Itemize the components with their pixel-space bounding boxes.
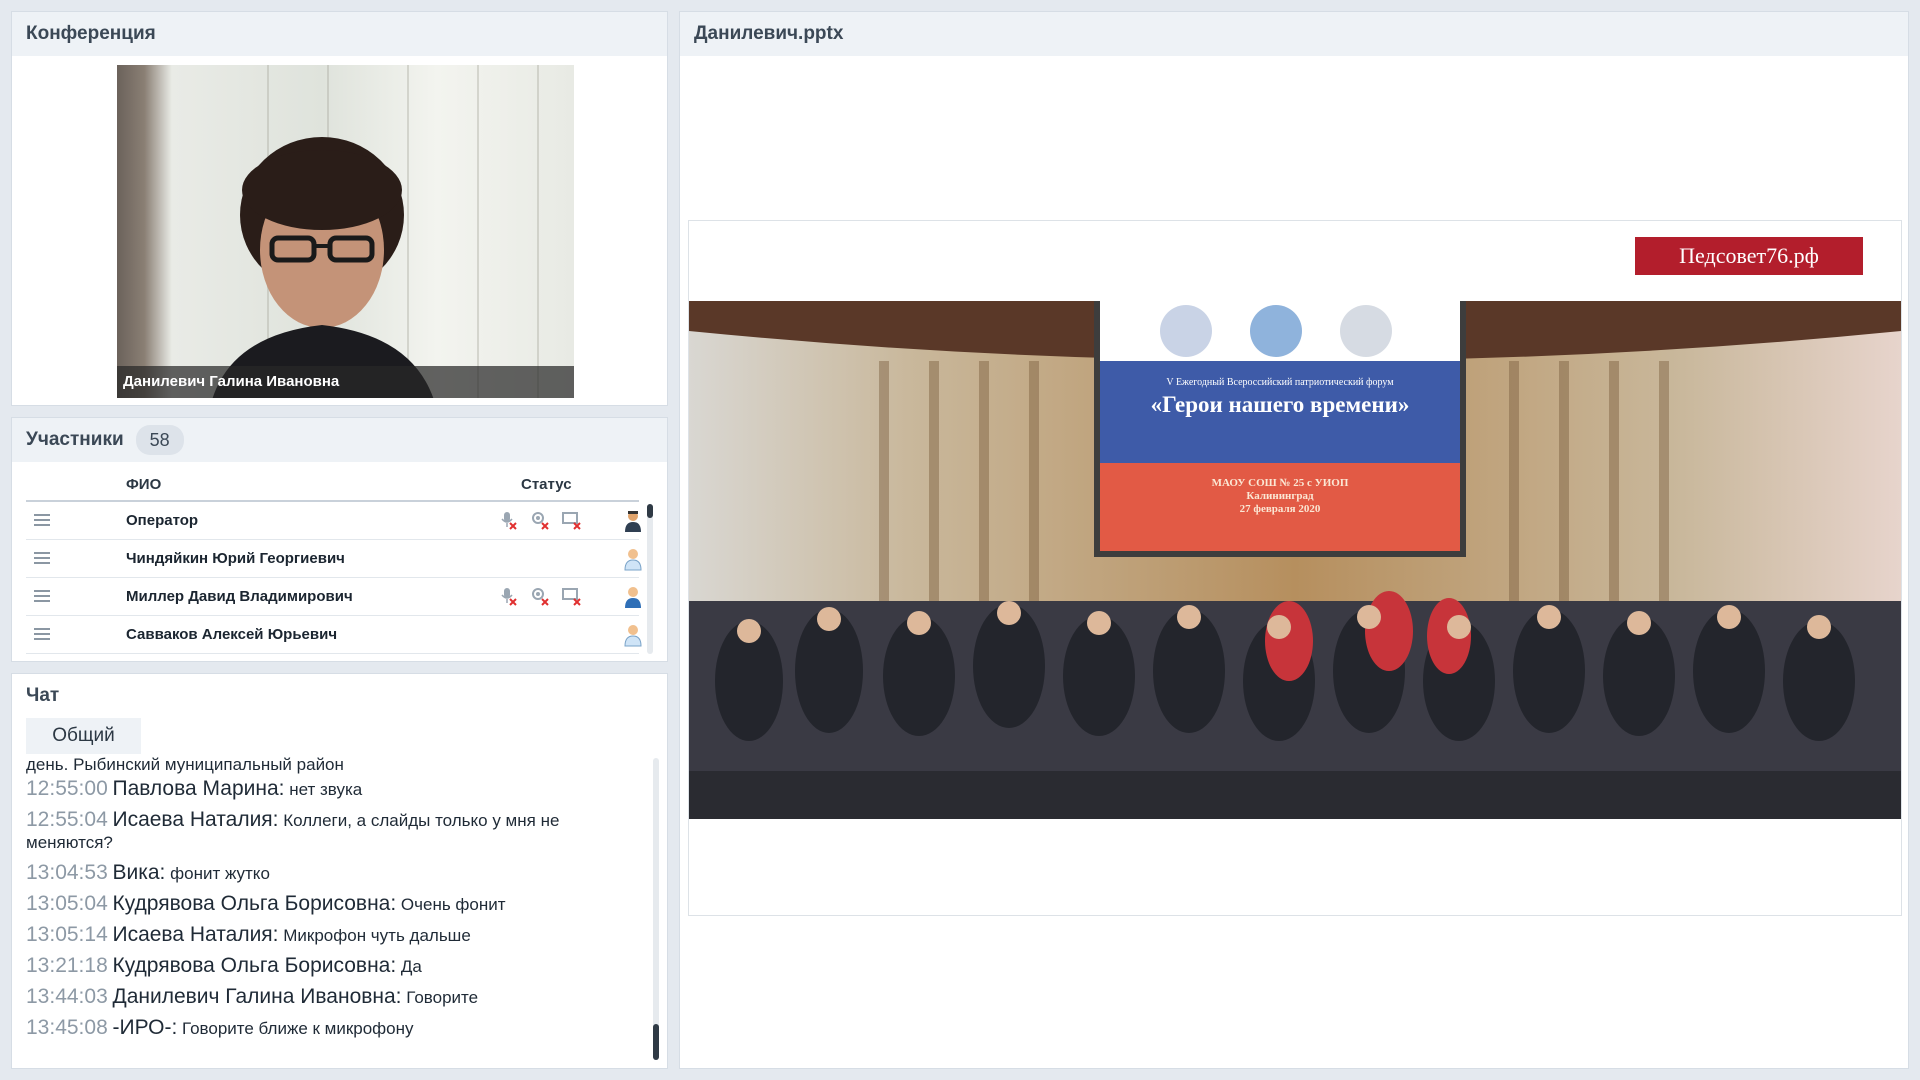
chat-message: 12:55:00 Павлова Марина: нет звука xyxy=(26,778,647,801)
participant-role-icon xyxy=(624,549,642,571)
chat-message-author: -ИРО-: xyxy=(112,1016,178,1039)
chat-message-author: Павлова Марина: xyxy=(112,777,285,800)
chat-message-text: день. Рыбинский муниципальный район xyxy=(26,755,344,774)
drag-handle-icon[interactable] xyxy=(34,514,50,526)
screen-subtitle: V Ежегодный Всероссийский патриотический… xyxy=(1166,377,1394,388)
drag-handle-icon[interactable] xyxy=(34,590,50,602)
screen-line: Калининград xyxy=(1246,490,1314,502)
chat-scrollbar[interactable] xyxy=(653,758,659,1060)
participants-table-header: ФИО Статус xyxy=(26,468,639,502)
participants-scrollbar[interactable] xyxy=(647,504,653,654)
chat-message-text: Да xyxy=(400,957,422,976)
screen-line: 27 февраля 2020 xyxy=(1239,503,1321,515)
chat-messages: день. Рыбинский муниципальный район 12:5… xyxy=(26,754,647,1068)
participant-row[interactable]: Оператор xyxy=(26,502,641,540)
participant-role-icon xyxy=(624,625,642,647)
chat-message-text: Очень фонит xyxy=(400,895,506,914)
slide-logo: Педсовет76.рф xyxy=(1635,237,1863,275)
chat-message-text: Микрофон чуть дальше xyxy=(283,926,471,945)
drag-handle-icon[interactable] xyxy=(34,628,50,640)
participant-name: Миллер Давид Владимирович xyxy=(126,588,353,605)
camera-muted-icon[interactable] xyxy=(530,586,550,606)
operator-role-icon xyxy=(625,511,641,532)
conference-title: Конференция xyxy=(12,12,667,56)
chat-message: 12:55:04 Исаева Наталия: Коллеги, а слай… xyxy=(26,809,647,854)
chat-message-time: 12:55:04 xyxy=(26,808,108,831)
chat-message-author: Исаева Наталия: xyxy=(112,923,279,946)
chat-panel: Чат Общий день. Рыбинский муниципальный … xyxy=(12,674,667,1068)
mic-muted-icon[interactable] xyxy=(498,510,518,530)
participant-name: Савваков Алексей Юрьевич xyxy=(126,626,338,643)
video-feed[interactable]: Данилевич Галина Ивановна xyxy=(117,65,574,398)
participant-row[interactable]: Савваков Алексей Юрьевич xyxy=(26,616,642,654)
video-caption: Данилевич Галина Ивановна xyxy=(117,366,574,398)
chat-message-author: Данилевич Галина Ивановна: xyxy=(112,985,402,1008)
screen-title: «Герои нашего времени» xyxy=(1150,392,1410,417)
emblem-icon xyxy=(1340,305,1392,357)
drag-handle-icon[interactable] xyxy=(34,552,50,564)
participants-header: Участники 58 xyxy=(12,418,667,462)
slide-photo: V Ежегодный Всероссийский патриотический… xyxy=(689,301,1901,819)
presentation-slide[interactable]: Педсовет76.рф V Ежегодный Всероссийский … xyxy=(688,220,1902,916)
chat-message: 13:05:04 Кудрявова Ольга Борисовна: Очен… xyxy=(26,893,647,916)
screen-share-muted-icon[interactable] xyxy=(562,586,582,606)
chat-message-time: 13:04:53 xyxy=(26,861,108,884)
chat-message-author: Исаева Наталия: xyxy=(112,808,279,831)
chat-message-time: 13:45:08 xyxy=(26,1016,108,1039)
chat-message-time: 13:44:03 xyxy=(26,985,108,1008)
chat-message-text: нет звука xyxy=(289,780,363,799)
chat-message-time: 13:05:04 xyxy=(26,892,108,915)
chat-message: 13:21:18 Кудрявова Ольга Борисовна: Да xyxy=(26,955,647,978)
participant-row[interactable]: Чиндяйкин Юрий Георгиевич xyxy=(26,540,642,578)
chat-message: 13:45:08 -ИРО-: Говорите ближе к микрофо… xyxy=(26,1017,647,1040)
chat-message: 13:04:53 Вика: фонит жутко xyxy=(26,862,647,885)
speaker-avatar xyxy=(212,137,434,398)
chat-message-author: Вика: xyxy=(112,861,166,884)
participants-count-badge: 58 xyxy=(135,425,184,455)
chat-message-author: Кудрявова Ольга Борисовна: xyxy=(112,954,397,977)
chat-message-time: 12:55:00 xyxy=(26,777,108,800)
chat-message-time: 13:21:18 xyxy=(26,954,108,977)
participants-panel: Участники 58 ФИО Статус Оператор Чиндяйк… xyxy=(12,418,667,661)
chat-message-time: 13:05:14 xyxy=(26,923,108,946)
screen-share-muted-icon[interactable] xyxy=(562,510,582,530)
presenter-role-icon xyxy=(625,587,641,608)
chat-message-text: Говорите ближе к микрофону xyxy=(182,1019,414,1038)
participant-name: Чиндяйкин Юрий Георгиевич xyxy=(126,550,345,567)
screen-line: МАОУ СОШ № 25 с УИОП xyxy=(1211,477,1349,489)
presentation-title: Данилевич.pptx xyxy=(680,12,1908,56)
conference-panel: Конференция Данилевич Галина Ивановна xyxy=(12,12,667,405)
chat-title: Чат xyxy=(12,674,667,718)
projector-screen: V Ежегодный Всероссийский патриотический… xyxy=(1094,301,1466,557)
camera-muted-icon[interactable] xyxy=(530,510,550,530)
emblem-icon xyxy=(1160,305,1212,357)
participant-row[interactable]: Миллер Давид Владимирович xyxy=(26,578,641,616)
column-header-status[interactable]: Статус xyxy=(521,476,572,493)
chat-tab-general[interactable]: Общий xyxy=(26,718,141,754)
chat-message: 13:44:03 Данилевич Галина Ивановна: Гово… xyxy=(26,986,647,1009)
presentation-panel: Данилевич.pptx Педсовет76.рф V Ежегодный… xyxy=(680,12,1908,1068)
participant-name: Оператор xyxy=(126,512,199,529)
chat-message-author: Кудрявова Ольга Борисовна: xyxy=(112,892,397,915)
chat-message: 13:05:14 Исаева Наталия: Микрофон чуть д… xyxy=(26,924,647,947)
column-header-name[interactable]: ФИО xyxy=(126,476,161,493)
mic-muted-icon[interactable] xyxy=(498,586,518,606)
chat-message-text: фонит жутко xyxy=(170,864,270,883)
emblem-icon xyxy=(1250,305,1302,357)
chat-message-text: Говорите xyxy=(406,988,479,1007)
participants-title: Участники xyxy=(26,429,124,450)
